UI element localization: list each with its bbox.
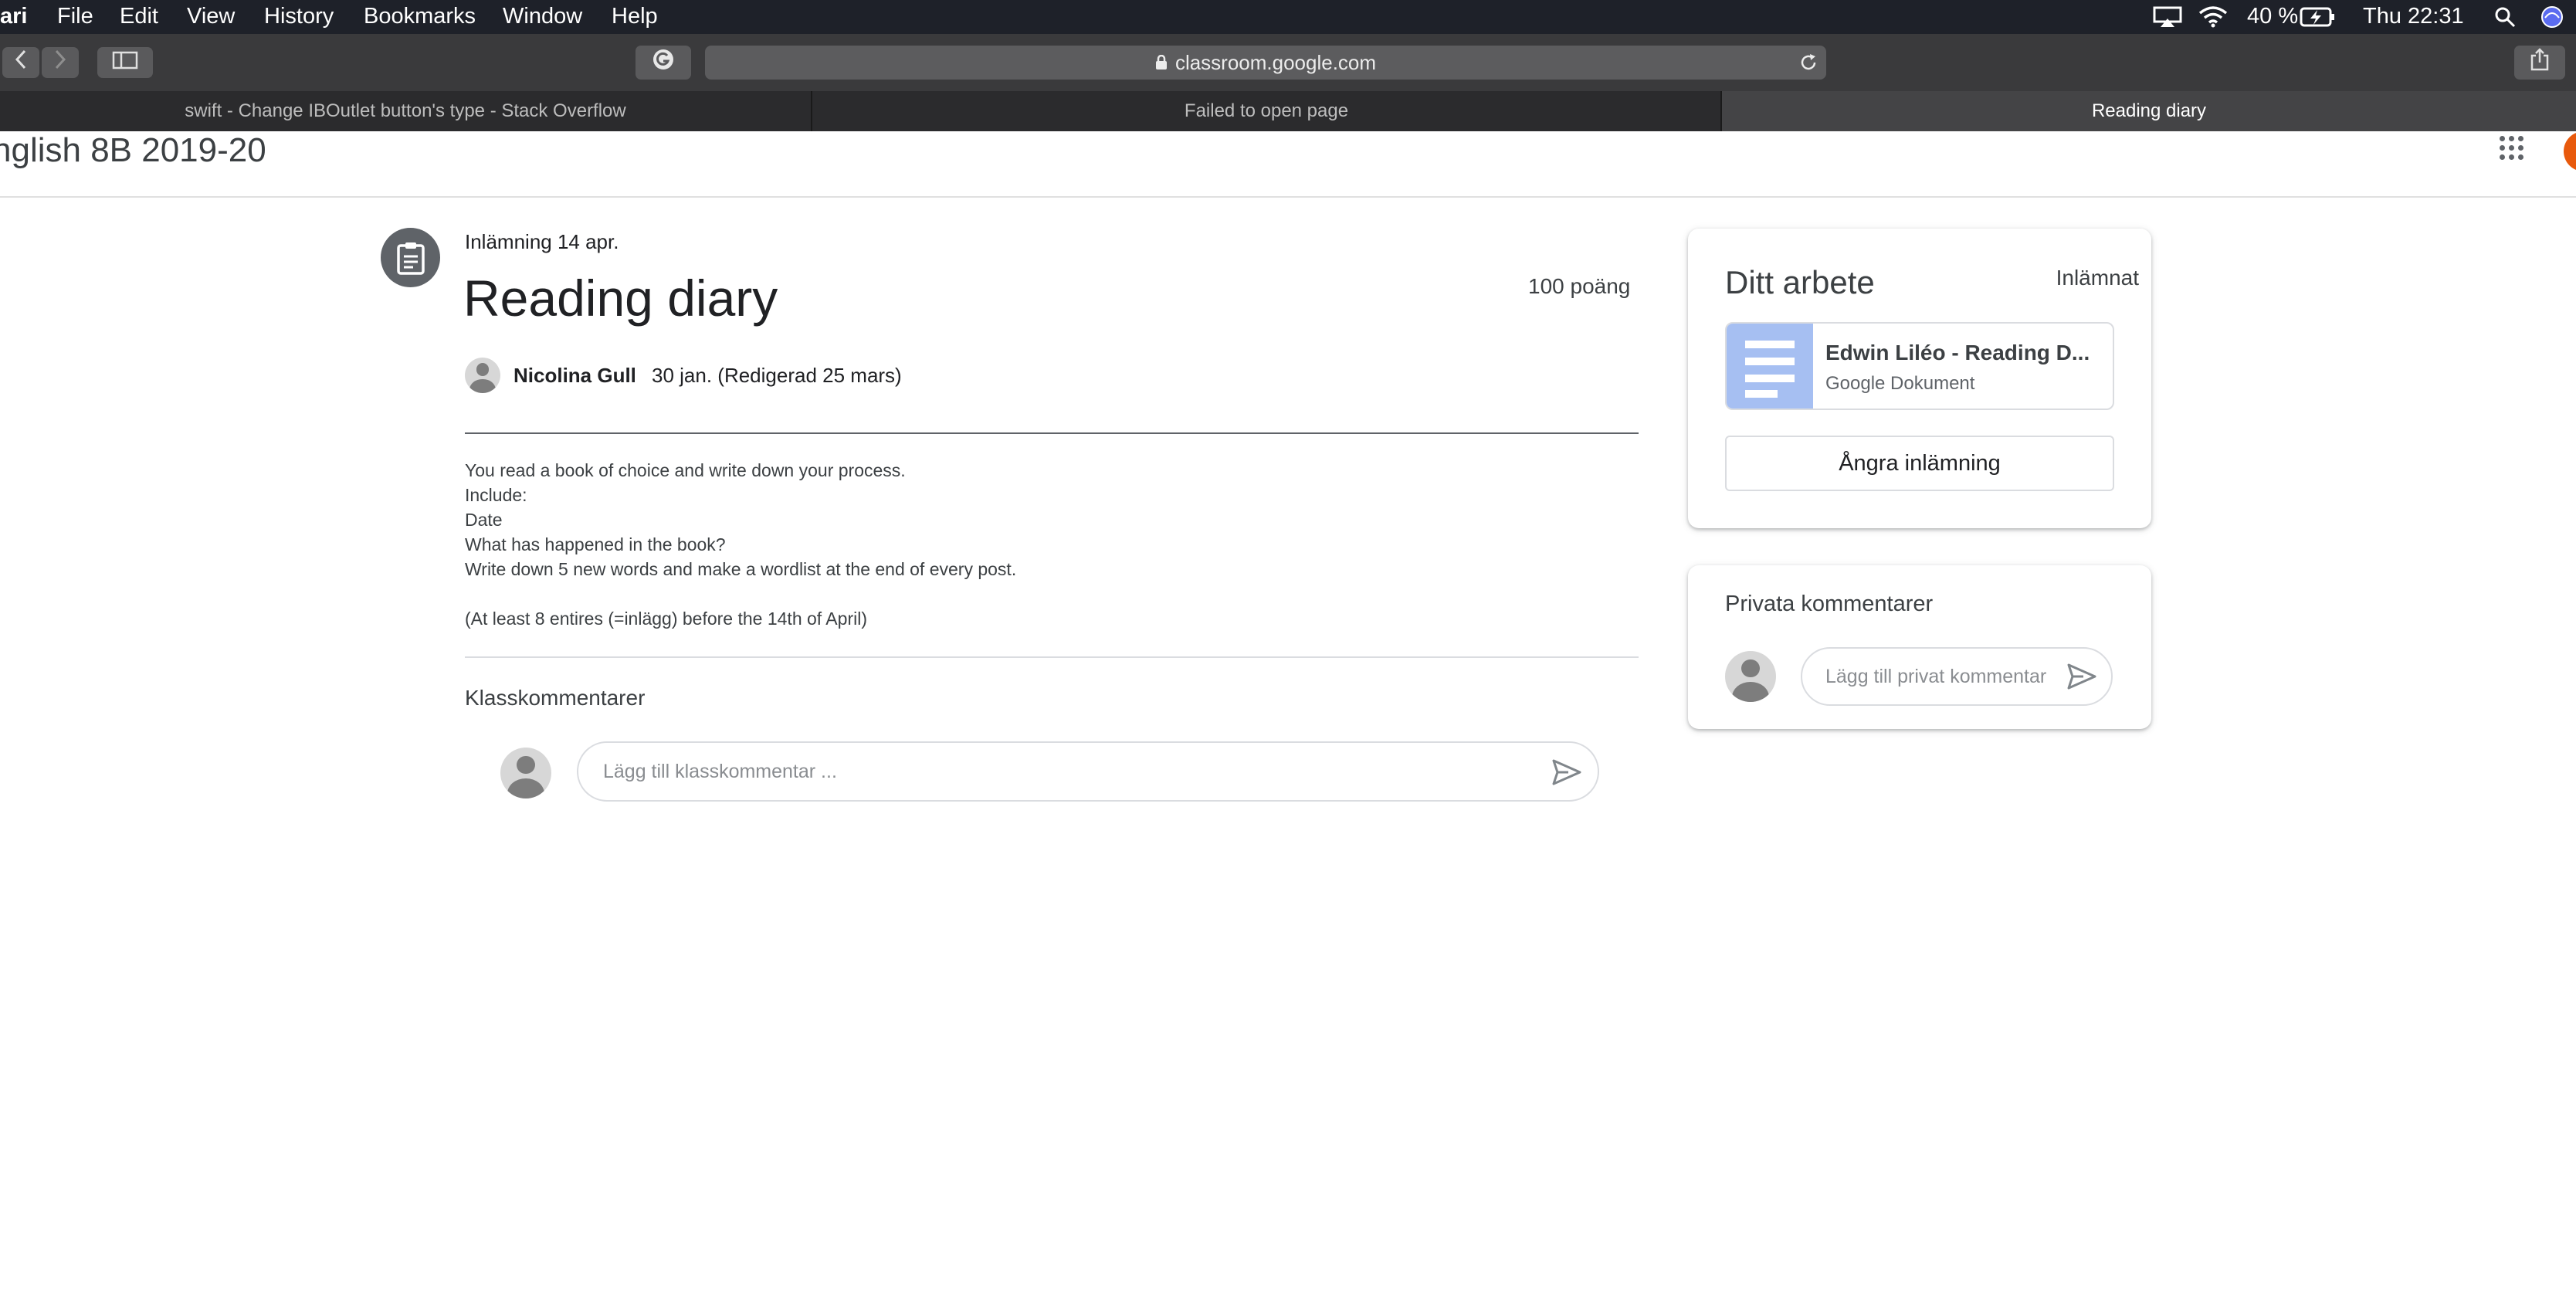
menu-bookmarks[interactable]: Bookmarks [364,4,476,29]
spotlight-search-icon[interactable] [2494,6,2516,34]
grammarly-icon [652,48,675,77]
attachment-title: Edwin Liléo - Reading D... [1825,341,2090,364]
tab-title: Reading diary [2091,100,2207,121]
due-date: Inlämning 14 apr. [465,230,619,253]
assignment-description: You read a book of choice and write down… [465,458,1016,631]
description-line: Date [465,510,503,530]
sidebar-icon [112,49,138,76]
menu-help[interactable]: Help [612,4,658,29]
siri-icon[interactable] [2540,5,2564,35]
tab-reading-diary[interactable]: Reading diary [1722,91,2576,131]
tab-failed-to-open[interactable]: Failed to open page [812,91,1720,131]
private-comments-heading: Privata kommentarer [1725,592,1934,616]
points: 100 poäng [1528,274,1631,298]
classroom-page: nglish 8B 2019-20 Inlämning 14 apr. Read… [0,131,2576,1302]
tab-title: Failed to open page [1184,100,1349,121]
your-work-heading: Ditt arbete [1725,264,1875,300]
send-icon[interactable] [1551,758,1582,792]
private-comments-card: Privata kommentarer Lägg till privat kom… [1688,565,2151,729]
class-header: nglish 8B 2019-20 [0,131,2576,198]
lock-icon [1155,55,1168,70]
sidebar-toggle-button[interactable] [97,47,153,78]
private-commenter-avatar [1725,651,1776,702]
class-title[interactable]: nglish 8B 2019-20 [0,131,266,170]
back-button[interactable] [2,47,39,78]
app-menu-safari[interactable]: ari [0,4,27,29]
reload-icon[interactable] [1798,53,1818,78]
attachment-card[interactable]: Edwin Liléo - Reading D... Google Dokume… [1725,322,2114,410]
share-button[interactable] [2514,46,2565,80]
post-date: 30 jan. (Redigerad 25 mars) [652,364,902,387]
browser-toolbar: classroom.google.com [0,34,2576,92]
menu-view[interactable]: View [187,4,235,29]
description-line [465,581,1016,606]
header-divider [465,432,1639,434]
account-avatar[interactable] [2564,131,2576,171]
extension-button[interactable] [636,46,691,80]
class-comment-input[interactable]: Lägg till klasskommentar ... [577,741,1599,802]
commenter-avatar [500,748,551,798]
author-name: Nicolina Gull [514,364,636,387]
comments-divider [465,656,1639,658]
airplay-icon[interactable] [2153,6,2182,34]
google-doc-icon [1727,324,1813,409]
tab-stack-overflow[interactable]: swift - Change IBOutlet button's type - … [0,91,811,131]
apps-grid-icon[interactable] [2500,136,2524,161]
attachment-type: Google Dokument [1825,373,1975,394]
macos-menubar: ari File Edit View History Bookmarks Win… [0,0,2576,34]
class-comments-heading: Klasskommentarer [465,686,646,710]
description-line: Include: [465,485,527,505]
unsubmit-button[interactable]: Ångra inlämning [1725,436,2114,491]
chevron-left-icon [14,49,28,76]
menu-window[interactable]: Window [503,4,582,29]
unsubmit-label: Ångra inlämning [1839,450,2001,476]
address-bar[interactable]: classroom.google.com [705,46,1826,80]
battery-percentage: 40 % [2247,4,2299,29]
menubar-clock[interactable]: Thu 22:31 [2363,4,2464,29]
private-comment-placeholder: Lägg till privat kommentar ... [1825,665,2049,687]
tab-bar: swift - Change IBOutlet button's type - … [0,91,2576,131]
battery-icon[interactable] [2300,7,2335,33]
description-line: You read a book of choice and write down… [465,460,906,480]
description-line: What has happened in the book? [465,534,726,554]
tab-title: swift - Change IBOutlet button's type - … [185,100,626,121]
forward-button[interactable] [42,47,79,78]
private-comment-input[interactable]: Lägg till privat kommentar ... [1801,647,2113,706]
description-line: Write down 5 new words and make a wordli… [465,559,1017,579]
description-line: (At least 8 entires (=inlägg) before the… [465,609,867,629]
send-icon[interactable] [2066,663,2097,696]
assignment-icon [381,228,440,287]
author-avatar [465,358,500,393]
url-text: classroom.google.com [1174,50,1377,74]
wifi-icon[interactable] [2198,5,2229,34]
chevron-right-icon [53,49,67,76]
class-comment-placeholder: Lägg till klasskommentar ... [603,760,837,782]
menu-edit[interactable]: Edit [120,4,158,29]
assignment-title: Reading diary [463,270,778,327]
share-icon [2530,48,2550,77]
submission-status: Inlämnat [2056,266,2139,290]
menu-history[interactable]: History [264,4,334,29]
menu-file[interactable]: File [57,4,93,29]
your-work-card: Ditt arbete Inlämnat Edwin Liléo - Readi… [1688,229,2151,528]
